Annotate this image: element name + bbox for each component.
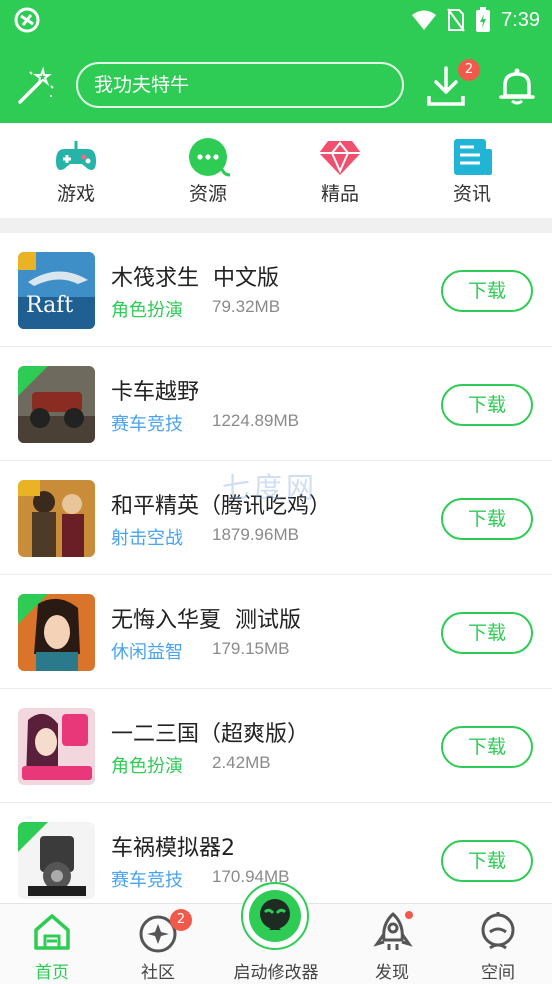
category-premium[interactable]: 精品	[274, 123, 406, 218]
download-button[interactable]: 下载	[441, 726, 533, 768]
list-item[interactable]: 卡车越野 赛车竞技 1224.89MB 下载	[0, 347, 552, 461]
search-row: 我功夫特牛 2	[0, 58, 552, 116]
download-count-badge: 2	[458, 59, 480, 81]
top-header: 7:39 我功夫特牛 2	[0, 0, 552, 123]
app-icon	[18, 366, 95, 443]
download-button[interactable]: 下载	[441, 840, 533, 882]
profile-icon	[481, 912, 515, 950]
bell-icon[interactable]	[497, 66, 537, 106]
category-nav: 游戏 资源 精品 资讯	[0, 123, 552, 218]
magic-wand-icon[interactable]	[16, 66, 56, 106]
category-games[interactable]: 游戏	[10, 123, 142, 218]
list-item[interactable]: 一二三国（超爽版） 角色扮演 2.42MB 下载	[0, 689, 552, 803]
battery-charging-icon	[476, 7, 491, 32]
app-name: 无悔入华夏 测试版	[111, 608, 301, 633]
app-size: 79.32MB	[212, 297, 281, 316]
app-size: 2.42MB	[212, 753, 271, 772]
tab-label: 空间	[481, 963, 515, 983]
app-icon	[18, 594, 95, 671]
launch-modifier-button[interactable]	[241, 882, 309, 950]
community-badge: 2	[170, 909, 192, 931]
tab-space[interactable]: 空间	[448, 904, 548, 984]
app-genre[interactable]: 角色扮演	[111, 296, 183, 322]
tab-label: 发现	[375, 963, 409, 983]
app-genre[interactable]: 休闲益智	[111, 638, 183, 664]
gamepad-icon	[56, 141, 96, 170]
app-genre[interactable]: 射击空战	[111, 524, 183, 550]
download-button[interactable]: 下载	[441, 384, 533, 426]
wifi-icon	[412, 10, 437, 30]
app-size: 1224.89MB	[212, 411, 299, 430]
download-button[interactable]: 下载	[441, 612, 533, 654]
search-input[interactable]: 我功夫特牛	[76, 62, 404, 108]
tab-label: 启动修改器	[233, 963, 319, 983]
svg-text:Raft: Raft	[26, 293, 73, 318]
tab-home[interactable]: 首页	[2, 904, 102, 984]
app-genre[interactable]: 赛车竞技	[111, 410, 183, 436]
list-item[interactable]: 无悔入华夏 测试版 休闲益智 179.15MB 下载	[0, 575, 552, 689]
app-name: 卡车越野	[111, 380, 200, 405]
no-sim-icon	[447, 8, 465, 32]
app-size: 1879.96MB	[212, 525, 299, 544]
tab-label: 首页	[35, 963, 69, 983]
category-resources[interactable]: 资源	[142, 123, 274, 218]
launcher-icon	[249, 890, 301, 942]
chat-bubble-icon	[189, 138, 230, 177]
status-time: 7:39	[501, 8, 540, 31]
category-label: 资讯	[452, 183, 491, 205]
app-icon: Raft	[18, 252, 95, 329]
news-icon	[454, 139, 492, 175]
category-news[interactable]: 资讯	[406, 123, 538, 218]
app-icon	[18, 480, 95, 557]
section-divider	[0, 218, 552, 233]
diamond-icon	[319, 141, 361, 175]
category-label: 游戏	[56, 183, 95, 205]
download-button[interactable]: 下载	[441, 270, 533, 312]
tab-label: 社区	[141, 963, 175, 983]
app-genre[interactable]: 角色扮演	[111, 752, 183, 778]
app-size: 179.15MB	[212, 639, 290, 658]
rocket-icon	[373, 911, 413, 950]
status-bar: 7:39	[0, 0, 552, 40]
category-label: 资源	[188, 183, 227, 205]
app-notification-icon	[14, 7, 40, 33]
app-icon	[18, 708, 95, 785]
download-button[interactable]: 下载	[441, 498, 533, 540]
tab-community[interactable]: 2 社区	[108, 904, 208, 984]
watermark: 七度网	[222, 471, 319, 504]
category-label: 精品	[320, 183, 359, 205]
app-genre[interactable]: 赛车竞技	[111, 866, 183, 892]
app-name: 一二三国（超爽版）	[111, 722, 310, 747]
app-icon	[18, 822, 95, 899]
home-icon	[34, 914, 70, 950]
tab-discover[interactable]: 发现	[342, 904, 442, 984]
app-name: 车祸模拟器2	[111, 836, 235, 861]
list-item[interactable]: Raft 木筏求生 中文版 角色扮演 79.32MB 下载	[0, 233, 552, 347]
app-name: 木筏求生 中文版	[111, 266, 279, 291]
